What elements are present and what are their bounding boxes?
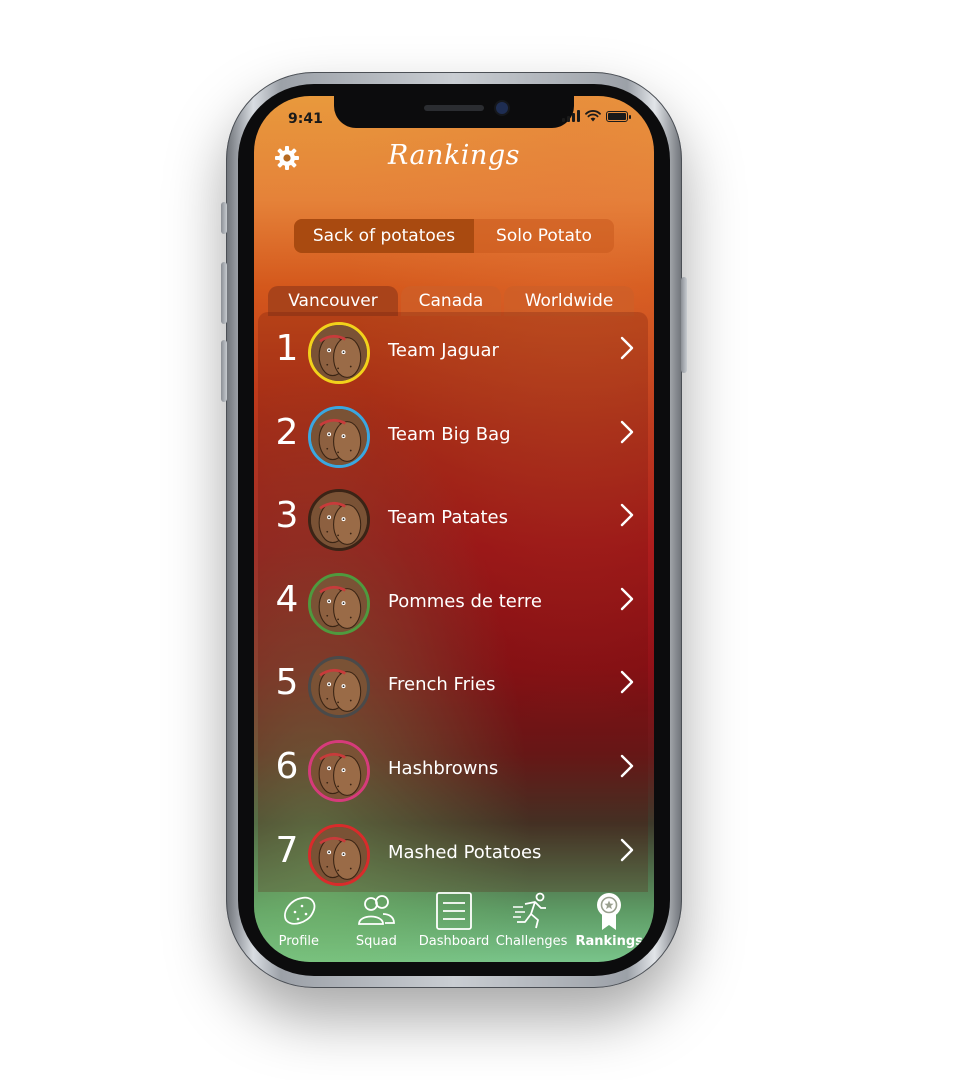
squad-icon	[358, 895, 396, 925]
team-avatar	[308, 824, 370, 886]
chevron-right-icon[interactable]	[620, 838, 634, 862]
team-name: Team Patates	[388, 507, 508, 528]
status-time: 9:41	[288, 111, 323, 127]
status-icons	[562, 110, 631, 122]
ranking-row[interactable]: 7 Mashed Potatoes	[258, 814, 648, 892]
chevron-right-icon[interactable]	[620, 754, 634, 778]
rank-number: 4	[275, 579, 299, 620]
ranking-row[interactable]: 1 Team Jaguar	[258, 312, 648, 392]
team-avatar	[308, 740, 370, 802]
rank-number: 6	[275, 746, 299, 787]
phone-frame: 9:41 Rankings Sack of potatoes Solo Pota…	[221, 72, 687, 988]
chevron-right-icon[interactable]	[620, 336, 634, 360]
chevron-right-icon[interactable]	[620, 587, 634, 611]
chevron-right-icon[interactable]	[620, 670, 634, 694]
team-name: French Fries	[388, 674, 496, 695]
tab-label: Rankings	[575, 934, 643, 949]
chevron-right-icon[interactable]	[620, 503, 634, 527]
signal-icon	[562, 110, 580, 122]
page-title: Rankings	[388, 140, 520, 171]
tab-squad[interactable]: Squad	[338, 886, 416, 962]
team-name: Team Jaguar	[388, 340, 499, 361]
rank-number: 2	[275, 412, 299, 453]
ranking-row[interactable]: 4 Pommes de terre	[258, 563, 648, 643]
rank-number: 1	[275, 328, 299, 369]
tab-challenges[interactable]: Challenges	[493, 886, 571, 962]
volume-up-button	[221, 262, 227, 324]
team-avatar	[308, 573, 370, 635]
potato-icon	[283, 896, 316, 925]
bottom-tab-bar: Profile Squad Dashboard Challenges Ranki…	[254, 886, 654, 962]
potato-avatar-image	[311, 743, 367, 799]
tab-profile[interactable]: Profile	[260, 886, 338, 962]
ranking-row[interactable]: 2 Team Big Bag	[258, 396, 648, 476]
team-avatar	[308, 656, 370, 718]
battery-icon	[606, 110, 631, 122]
medal-icon	[597, 893, 622, 930]
ranking-row[interactable]: 5 French Fries	[258, 646, 648, 726]
tab-label: Squad	[355, 934, 397, 949]
team-type-segmented-control: Sack of potatoes Solo Potato	[294, 219, 614, 253]
team-avatar	[308, 406, 370, 468]
potato-avatar-image	[311, 576, 367, 632]
tab-label: Profile	[278, 934, 319, 949]
tab-label: Challenges	[495, 934, 568, 949]
status-bar: 9:41	[254, 96, 654, 136]
tab-dashboard[interactable]: Dashboard	[415, 886, 493, 962]
header: Rankings	[254, 132, 654, 180]
team-avatar	[308, 489, 370, 551]
rank-number: 7	[275, 830, 299, 871]
power-button	[681, 277, 687, 373]
chevron-right-icon[interactable]	[620, 420, 634, 444]
potato-avatar-image	[311, 409, 367, 465]
wifi-icon	[585, 110, 601, 122]
rank-number: 5	[275, 662, 299, 703]
app-screen: 9:41 Rankings Sack of potatoes Solo Pota…	[254, 96, 654, 962]
team-name: Team Big Bag	[388, 424, 511, 445]
potato-avatar-image	[311, 325, 367, 381]
team-name: Pommes de terre	[388, 591, 542, 612]
ranking-row[interactable]: 6 Hashbrowns	[258, 730, 648, 810]
dashboard-icon	[436, 892, 472, 930]
team-name: Mashed Potatoes	[388, 842, 542, 863]
rank-number: 3	[275, 495, 299, 536]
volume-down-button	[221, 340, 227, 402]
potato-avatar-image	[311, 659, 367, 715]
potato-avatar-image	[311, 827, 367, 883]
segment-sack-of-potatoes[interactable]: Sack of potatoes	[294, 219, 474, 253]
team-avatar	[308, 322, 370, 384]
tab-rankings[interactable]: Rankings	[570, 886, 648, 962]
team-name: Hashbrowns	[388, 758, 499, 779]
tab-label: Dashboard	[418, 934, 490, 949]
mute-switch	[221, 202, 227, 234]
rankings-list: 1 Team Jaguar 2 Team Big Bag 3 Team Pata…	[258, 312, 648, 892]
segment-solo-potato[interactable]: Solo Potato	[474, 219, 614, 253]
ranking-row[interactable]: 3 Team Patates	[258, 479, 648, 559]
runner-icon	[512, 892, 546, 929]
potato-avatar-image	[311, 492, 367, 548]
